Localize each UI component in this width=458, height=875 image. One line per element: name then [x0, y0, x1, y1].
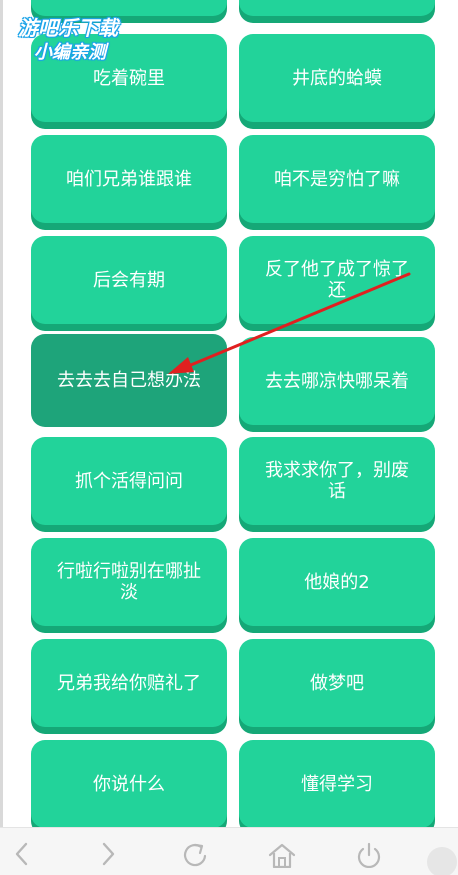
phrase-button[interactable]: 做梦吧	[239, 639, 435, 727]
phrase-button[interactable]: 我求求你了，别废话	[239, 437, 435, 525]
screen: 吃着碗里 井底的蛤蟆 咱们兄弟谁跟谁 咱不是穷怕了嘛 后会有期 反了他了成了惊了…	[0, 0, 458, 875]
home-icon	[268, 843, 296, 868]
phrase-button[interactable]: 后会有期	[31, 236, 227, 324]
back-button[interactable]	[2, 842, 42, 875]
back-icon	[15, 842, 28, 866]
phrase-button[interactable]: 你说什么	[31, 740, 227, 828]
browser-bottom-bar	[0, 827, 458, 875]
phrase-button[interactable]: 懂得学习	[239, 740, 435, 828]
home-button[interactable]	[262, 842, 302, 875]
phrase-button-grid: 吃着碗里 井底的蛤蟆 咱们兄弟谁跟谁 咱不是穷怕了嘛 后会有期 反了他了成了惊了…	[0, 0, 458, 828]
phrase-button[interactable]: 抓个活得问问	[31, 437, 227, 525]
forward-button[interactable]	[88, 842, 128, 875]
phrase-button[interactable]: 咱们兄弟谁跟谁	[31, 135, 227, 223]
power-icon	[357, 842, 381, 868]
refresh-button[interactable]	[176, 842, 216, 875]
forward-icon	[102, 842, 115, 866]
refresh-icon	[184, 843, 207, 867]
menu-icon	[427, 847, 457, 875]
phrase-button-pressed[interactable]: 去去去自己想办法	[31, 334, 227, 427]
phrase-button[interactable]	[31, 0, 227, 16]
phrase-button[interactable]: 井底的蛤蟆	[239, 34, 435, 122]
phrase-button[interactable]: 吃着碗里	[31, 34, 227, 122]
phrase-button[interactable]: 咱不是穷怕了嘛	[239, 135, 435, 223]
phrase-button[interactable]: 行啦行啦别在哪扯淡	[31, 538, 227, 626]
phrase-button[interactable]: 他娘的2	[239, 538, 435, 626]
menu-button[interactable]	[418, 846, 458, 875]
phrase-button[interactable]: 兄弟我给你赔礼了	[31, 639, 227, 727]
phrase-button[interactable]: 反了他了成了惊了还	[239, 236, 435, 324]
power-button[interactable]	[349, 842, 389, 875]
phrase-button[interactable]: 去去哪凉快哪呆着	[239, 337, 435, 425]
phrase-button[interactable]	[239, 0, 435, 16]
